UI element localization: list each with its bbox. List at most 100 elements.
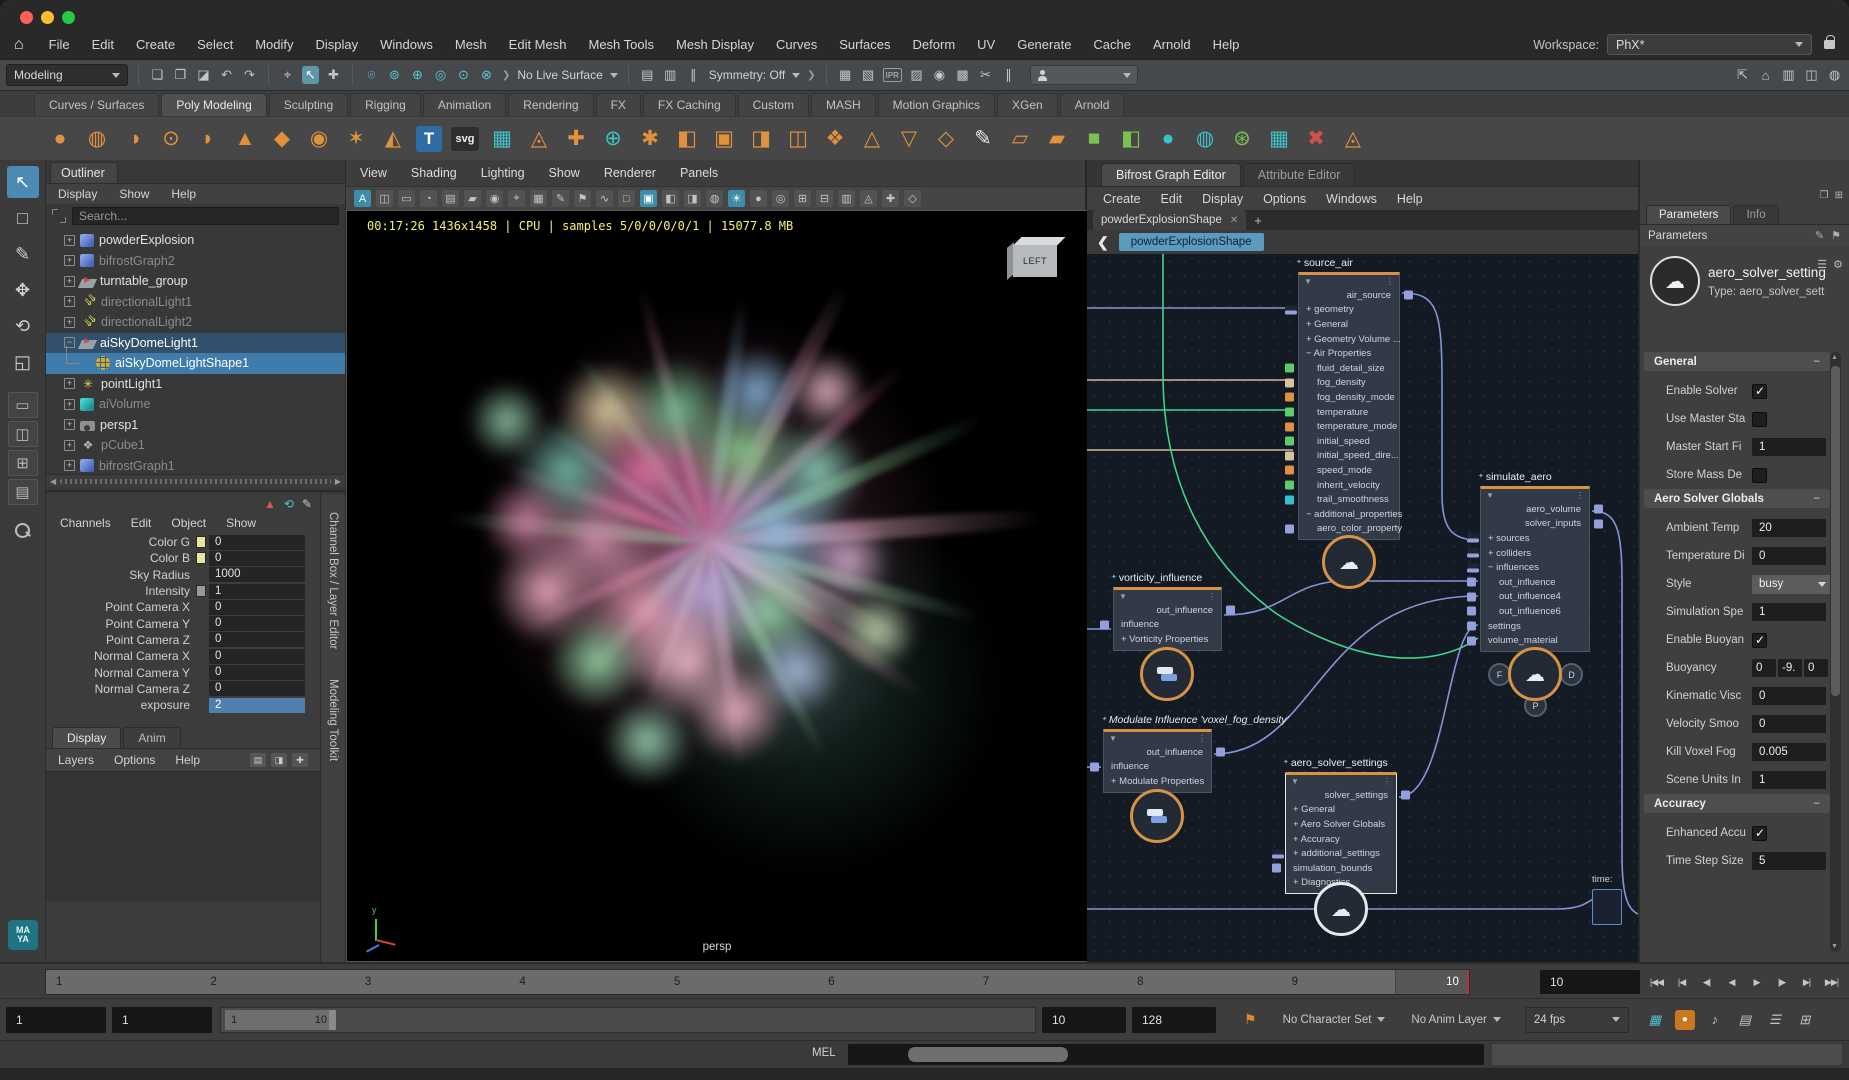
outliner-item-persp1[interactable]: +persp1 (46, 415, 345, 436)
outliner-hscrollbar[interactable]: ◀▶ (46, 474, 345, 487)
port-blue[interactable] (1467, 607, 1476, 616)
node-port-row[interactable]: − Air Properties (1299, 346, 1399, 361)
node-port-row[interactable]: air_source (1299, 288, 1399, 303)
modulate-node-icon[interactable] (1130, 789, 1184, 843)
channel-value-field[interactable]: 0 (209, 551, 305, 566)
camera-attributes-icon[interactable]: ▭ (398, 190, 415, 207)
two-pane-layout-button[interactable]: ◫ (8, 421, 38, 447)
node-source-air[interactable]: source_air ▼⋮ air_source+ geometry+ Gene… (1298, 272, 1400, 540)
node-port-row[interactable]: out_influence4 (1481, 590, 1589, 605)
node-port-row[interactable]: + Geometry Volume ... (1299, 332, 1399, 347)
ipr-render-icon[interactable]: IPR (883, 68, 902, 82)
shelf-tab[interactable]: Arnold (1060, 93, 1125, 116)
delete-history-icon[interactable]: ✖ (1302, 124, 1330, 154)
shadows-icon[interactable]: ◍ (706, 190, 723, 207)
node-port-row[interactable]: + Modulate Properties (1104, 774, 1211, 789)
frame-tick[interactable]: 7 (983, 976, 989, 988)
node-port-row[interactable]: temperature (1299, 405, 1399, 420)
wireframe-icon[interactable]: □ (618, 190, 635, 207)
outliner-search-input[interactable] (72, 207, 339, 225)
playback-button[interactable]: ▶| (1795, 969, 1818, 995)
node-port-row[interactable]: aero_volume (1481, 502, 1589, 517)
port-blue[interactable] (1226, 606, 1235, 615)
node-port-row[interactable]: + General (1299, 317, 1399, 332)
port-blue[interactable] (1467, 636, 1476, 645)
Buoyancy-field[interactable]: 0 (1804, 659, 1828, 677)
chevron-down-icon[interactable] (792, 73, 800, 78)
workspace-home-icon[interactable]: ⌂ (1757, 66, 1774, 84)
node-modulate-influence[interactable]: Modulate Influence 'voxel_fog_density' ▼… (1103, 729, 1212, 793)
node-port-row[interactable]: simulation_bounds (1286, 861, 1396, 876)
bifrost-menu[interactable]: Edit (1161, 192, 1183, 206)
menu-set-select[interactable]: Modeling (6, 64, 128, 86)
output-operations-icon[interactable]: ▥ (662, 66, 679, 84)
snap-projected-center-icon[interactable]: ◎ (432, 66, 449, 84)
green-slice-icon[interactable]: ◧ (1117, 124, 1145, 154)
port-tan[interactable] (1285, 451, 1294, 460)
outliner-item-powderExplosion[interactable]: +powderExplosion (46, 230, 345, 251)
playback-start-field[interactable]: 1 (112, 1007, 212, 1033)
expand-icon[interactable]: + (64, 460, 75, 471)
parameters-tab[interactable]: Parameters (1646, 205, 1731, 224)
mute-audio-icon[interactable]: ♪ (1705, 1010, 1725, 1030)
selection-name-field[interactable] (1030, 65, 1138, 85)
simulate-d-port[interactable]: D (1560, 663, 1583, 686)
port-green[interactable] (1285, 437, 1294, 446)
node-port-row[interactable]: − additional_properties (1299, 507, 1399, 522)
time-slider[interactable]: 12345678910 (45, 969, 1470, 995)
Enhanced Accu-checkbox[interactable] (1752, 826, 1767, 841)
port-orange[interactable] (1285, 466, 1294, 475)
port-blue[interactable] (1467, 592, 1476, 601)
bifrost-menu[interactable]: Windows (1326, 192, 1377, 206)
port-blue[interactable] (1467, 622, 1476, 631)
node-port-row[interactable]: out_influence (1481, 575, 1589, 590)
shelf-tab[interactable]: FX Caching (643, 93, 736, 116)
playback-button[interactable]: |◀ (1670, 969, 1693, 995)
port-blue[interactable] (1467, 563, 1479, 572)
four-pane-layout-button[interactable]: ⊞ (8, 450, 38, 476)
shelf-tab[interactable]: Curves / Surfaces (34, 93, 159, 116)
pause-viewport-icon[interactable]: ∥ (1000, 66, 1017, 84)
layer-menu[interactable]: Help (175, 753, 200, 767)
port-blue[interactable] (1100, 620, 1109, 629)
bifrost-menu[interactable]: Options (1263, 192, 1306, 206)
construction-history-icon[interactable]: ∥ (685, 66, 702, 84)
outliner-item-bifrostGraph1[interactable]: +bifrostGraph1 (46, 456, 345, 475)
snap-view-plane-icon[interactable]: ⊙ (455, 66, 472, 84)
port-blue[interactable] (1401, 791, 1410, 800)
channel-row[interactable]: Normal Camera Y0 (46, 664, 316, 680)
fps-select[interactable]: 24 fps (1525, 1007, 1629, 1033)
layer-new-icon[interactable]: ◨ (271, 753, 287, 767)
breadcrumb-item[interactable]: powderExplosionShape (1119, 233, 1264, 251)
Style-select[interactable]: busy (1752, 575, 1832, 594)
playback-button[interactable]: ◀ (1720, 969, 1743, 995)
paint-effects-icon[interactable]: ✂ (977, 66, 994, 84)
expand-icon[interactable]: + (64, 440, 75, 451)
target-weld-icon[interactable]: ⊕ (599, 124, 627, 154)
bevel-icon[interactable]: ◨ (747, 124, 775, 154)
range-end-handle[interactable] (329, 1010, 336, 1030)
Ambient Temp-field[interactable]: 20 (1752, 519, 1826, 537)
menu-icon[interactable]: ☰ (1817, 258, 1827, 271)
snap-grid-icon[interactable]: ⌾ (363, 66, 380, 84)
expand-icon[interactable]: + (64, 378, 75, 389)
bifrost-menu[interactable]: Create (1103, 192, 1141, 206)
extrude-icon[interactable]: ❖ (821, 124, 849, 154)
port-blue[interactable] (1216, 748, 1225, 757)
Temperature Di-field[interactable]: 0 (1752, 547, 1826, 565)
menu-item[interactable]: Modify (244, 37, 304, 52)
scale-tool[interactable]: ◱ (7, 346, 39, 378)
node-port-row[interactable]: influence (1104, 760, 1211, 775)
channel-value-field[interactable]: 0 (209, 535, 305, 550)
editor-tab[interactable]: Bifrost Graph Editor (1101, 163, 1241, 186)
channel-value-field[interactable]: 0 (209, 600, 305, 615)
port-blue[interactable] (1467, 549, 1479, 558)
viewport-canvas[interactable]: 00:17:26 1436x1458 | CPU | samples 5/0/0… (346, 210, 1088, 962)
zoom-window-button[interactable] (62, 11, 75, 24)
node-menu-icon[interactable]: ⋮ (1576, 491, 1584, 500)
port-green[interactable] (1285, 481, 1294, 490)
zoom-tool-icon[interactable] (15, 523, 31, 539)
parameters-scrollbar[interactable]: ▲▼ (1830, 352, 1841, 952)
bridge-icon[interactable]: ◫ (784, 124, 812, 154)
channel-value-field[interactable]: 0 (209, 616, 305, 631)
